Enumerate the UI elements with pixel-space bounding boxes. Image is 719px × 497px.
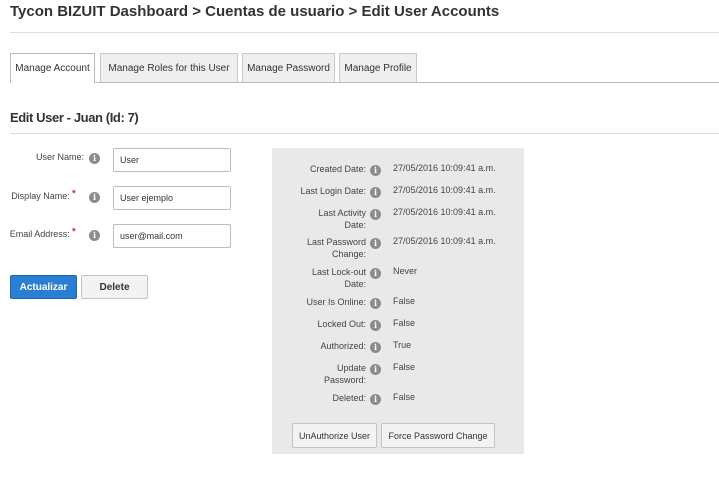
info-icon[interactable]: i — [370, 298, 381, 309]
tab-bar: Manage Account Manage Roles for this Use… — [10, 53, 719, 83]
info-icon[interactable]: i — [370, 209, 381, 220]
last-login-label: Last Login Date: — [300, 186, 366, 196]
info-icon[interactable]: i — [370, 342, 381, 353]
created-date-value: 27/05/2016 10:09:41 a.m. — [393, 163, 496, 173]
update-password-value: False — [393, 362, 416, 372]
username-label: User Name: — [4, 152, 84, 162]
update-password-label: Update Password: — [323, 363, 366, 385]
display-name-field[interactable] — [113, 186, 231, 210]
last-activity-label: Last Activity Date: — [318, 208, 366, 230]
force-password-change-button[interactable]: Force Password Change — [381, 423, 495, 448]
locked-out-label: Locked Out: — [317, 319, 366, 329]
last-activity-value: 27/05/2016 10:09:41 a.m. — [393, 207, 496, 217]
last-lockout-value: Never — [393, 266, 418, 276]
info-icon[interactable]: i — [370, 394, 381, 405]
info-icon[interactable]: i — [89, 192, 100, 203]
tab-manage-account[interactable]: Manage Account — [10, 53, 95, 83]
info-icon[interactable]: i — [370, 364, 381, 375]
required-marker: * — [71, 226, 76, 238]
update-button[interactable]: Actualizar — [10, 275, 77, 299]
info-icon[interactable]: i — [370, 187, 381, 198]
info-icon[interactable]: i — [370, 268, 381, 279]
email-label-text: Email Address: — [9, 229, 70, 239]
created-date-label: Created Date: — [309, 164, 366, 174]
email-field[interactable] — [113, 224, 231, 248]
info-icon[interactable]: i — [370, 238, 381, 249]
info-icon[interactable]: i — [89, 153, 100, 164]
last-lockout-label: Last Lock-out Date: — [311, 267, 366, 289]
user-details-panel: Created Date: i 27/05/2016 10:09:41 a.m.… — [272, 148, 524, 454]
deleted-value: False — [393, 392, 416, 402]
breadcrumb: Tycon BIZUIT Dashboard > Cuentas de usua… — [10, 3, 500, 20]
tab-manage-password[interactable]: Manage Password — [242, 53, 335, 82]
tab-manage-profile[interactable]: Manage Profile — [339, 53, 417, 82]
user-online-value: False — [393, 296, 416, 306]
info-icon[interactable]: i — [370, 320, 381, 331]
username-field[interactable] — [113, 148, 231, 172]
email-label: Email Address: * — [0, 226, 76, 240]
required-marker: * — [71, 188, 76, 200]
info-icon[interactable]: i — [89, 230, 100, 241]
delete-button[interactable]: Delete — [81, 275, 148, 299]
last-password-value: 27/05/2016 10:09:41 a.m. — [393, 236, 496, 246]
section-title: Edit User - Juan (Id: 7) — [10, 110, 139, 125]
locked-out-value: False — [393, 318, 416, 328]
user-online-label: User Is Online: — [306, 297, 366, 307]
unauthorize-user-button[interactable]: UnAuthorize User — [292, 423, 377, 448]
authorized-label: Authorized: — [320, 341, 366, 351]
tab-baseline — [10, 82, 719, 83]
section-divider — [10, 133, 719, 134]
username-label-text: User Name: — [35, 152, 84, 162]
last-password-label: Last Password Change: — [306, 237, 366, 259]
display-name-label-text: Display Name: — [11, 191, 70, 201]
tab-manage-roles[interactable]: Manage Roles for this User — [100, 53, 238, 82]
info-icon[interactable]: i — [370, 165, 381, 176]
header-divider — [10, 32, 719, 33]
deleted-label: Deleted: — [332, 393, 366, 403]
last-login-value: 27/05/2016 10:09:41 a.m. — [393, 185, 496, 195]
display-name-label: Display Name: * — [0, 188, 76, 202]
authorized-value: True — [393, 340, 412, 350]
